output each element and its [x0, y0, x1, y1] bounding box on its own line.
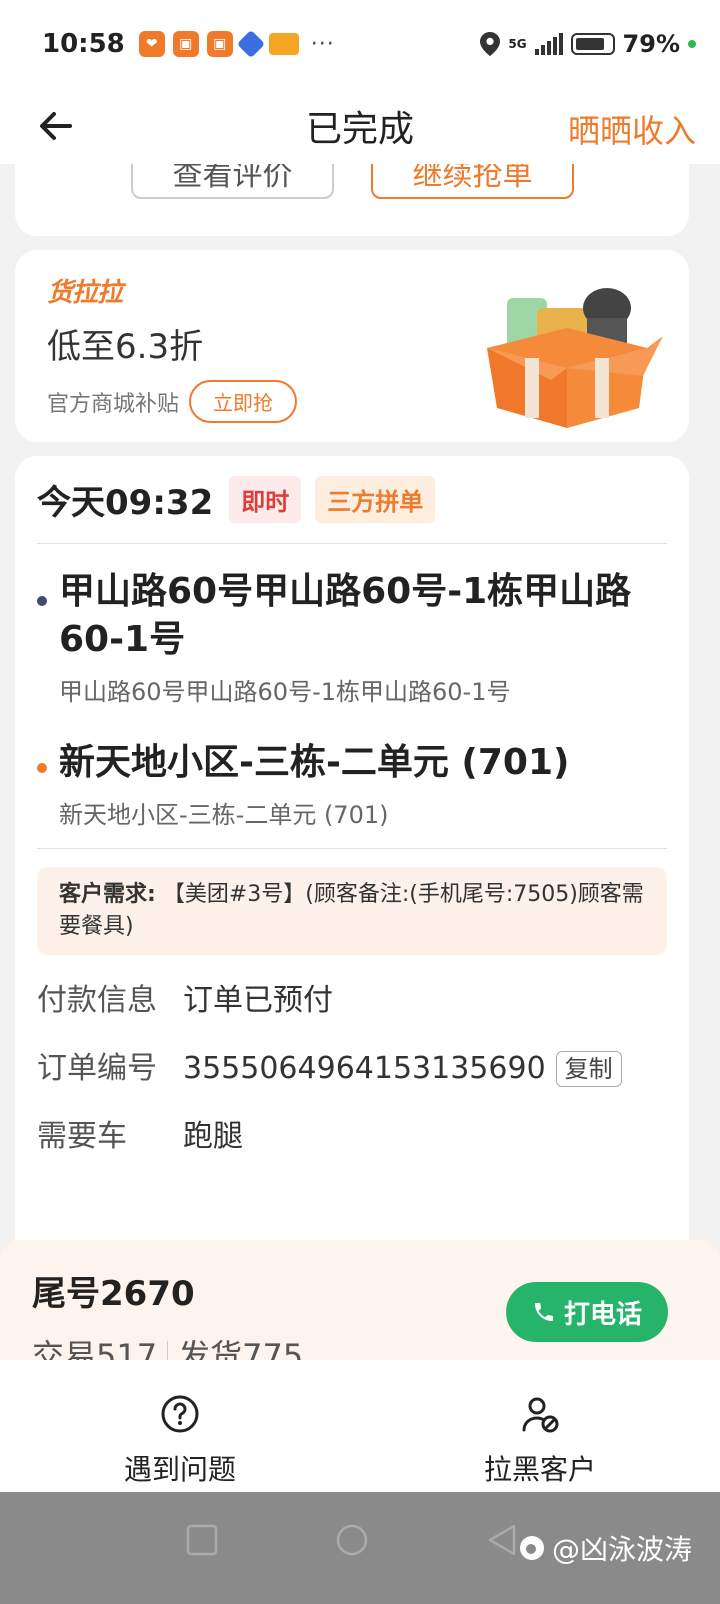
third-party-tag: 三方拼单 — [315, 476, 436, 523]
customer-contact-bar: 尾号2670 交易517 发货775 打电话 — [0, 1240, 720, 1375]
signal-icon — [534, 33, 563, 55]
status-bar: 10:58 ❤ ▣ ▣ ··· 5G 79% — [0, 0, 720, 88]
customer-demand: 客户需求: 【美团#3号】(顾客备注:(手机尾号:7505)顾客需要餐具) — [37, 867, 667, 955]
order-number-label: 订单编号 — [37, 1051, 157, 1086]
customer-demand-label: 客户需求: — [59, 882, 156, 907]
pickup-address-main: 甲山路60号甲山路60号-1栋甲山路60-1号 — [59, 571, 632, 660]
instant-tag: 即时 — [229, 476, 302, 523]
order-number-row: 订单编号 3555064964153135690 复制 — [37, 1047, 667, 1091]
order-detail-card: 今天09:32 即时 三方拼单 甲山路60号甲山路60号-1栋甲山路60-1号 … — [15, 456, 689, 1256]
pickup-address: 甲山路60号甲山路60号-1栋甲山路60-1号 甲山路60号甲山路60号-1栋甲… — [37, 544, 667, 707]
page-header: 已完成 晒晒收入 — [0, 88, 720, 164]
privacy-indicator-icon — [688, 40, 696, 48]
dropoff-address: 新天地小区-三栋-二单元 (701) 新天地小区-三栋-二单元 (701) — [37, 707, 667, 849]
vehicle-row: 需要车 跑腿 — [37, 1115, 667, 1159]
dropoff-address-main: 新天地小区-三栋-二单元 (701) — [59, 742, 570, 783]
back-arrow-icon[interactable] — [36, 106, 76, 146]
promo-subtitle: 官方商城补贴 — [47, 391, 180, 417]
page-title: 已完成 — [305, 109, 414, 150]
watermark: @凶泳波涛 — [518, 1528, 692, 1568]
promo-banner[interactable]: 货拉拉 低至6.3折 官方商城补贴 立即抢 — [15, 250, 689, 442]
battery-level: 79% — [622, 30, 680, 58]
gift-box-icon — [467, 288, 663, 428]
dropoff-dot-icon — [37, 763, 47, 773]
watermark-text: @凶泳波涛 — [551, 1533, 692, 1566]
block-customer-button[interactable]: 拉黑客户 — [360, 1360, 720, 1492]
payment-info-row: 付款信息 订单已预付 — [37, 979, 667, 1023]
block-customer-label: 拉黑客户 — [483, 1453, 596, 1486]
app-notification-icon: ▣ — [172, 31, 199, 57]
dropoff-address-sub: 新天地小区-三栋-二单元 (701) — [59, 801, 389, 829]
recents-icon[interactable] — [184, 1522, 220, 1558]
report-problem-label: 遇到问题 — [123, 1453, 236, 1486]
order-time: 今天09:32 — [37, 483, 214, 523]
weibo-icon — [519, 1536, 544, 1560]
home-icon[interactable] — [334, 1522, 370, 1558]
app-notification-icon — [236, 29, 265, 59]
status-time: 10:58 — [42, 29, 125, 59]
app-notification-icon — [268, 33, 299, 55]
back-nav-icon[interactable] — [484, 1522, 520, 1558]
vehicle-value: 跑腿 — [183, 1119, 243, 1154]
more-notifications-icon: ··· — [310, 31, 335, 57]
report-problem-button[interactable]: 遇到问题 — [0, 1360, 360, 1492]
call-button[interactable]: 打电话 — [506, 1282, 668, 1342]
system-nav-bar: @凶泳波涛 — [0, 1492, 720, 1604]
network-type: 5G — [508, 37, 527, 51]
order-number-value: 3555064964153135690 — [183, 1051, 546, 1086]
continue-grab-button[interactable]: 继续抢单 — [371, 164, 574, 199]
bottom-action-bar: 遇到问题 拉黑客户 — [0, 1360, 720, 1492]
vehicle-label: 需要车 — [37, 1119, 127, 1154]
payment-info-label: 付款信息 — [37, 983, 157, 1018]
view-review-button[interactable]: 查看评价 — [131, 164, 334, 199]
block-user-icon — [522, 1397, 559, 1433]
phone-icon — [534, 1303, 553, 1321]
order-actions-card: 查看评价 继续抢单 — [15, 164, 689, 236]
app-notification-icon: ▣ — [206, 31, 233, 57]
pickup-address-sub: 甲山路60号甲山路60号-1栋甲山路60-1号 — [59, 678, 511, 706]
copy-order-number-button[interactable]: 复制 — [555, 1051, 622, 1087]
share-income-button[interactable]: 晒晒收入 — [568, 106, 696, 152]
question-icon — [161, 1395, 199, 1433]
battery-icon — [570, 33, 615, 55]
grab-now-button[interactable]: 立即抢 — [189, 380, 298, 423]
pickup-dot-icon — [37, 596, 47, 606]
location-icon — [480, 32, 501, 56]
app-notification-icon: ❤ — [138, 31, 165, 57]
payment-info-value: 订单已预付 — [183, 983, 333, 1018]
call-button-label: 打电话 — [563, 1299, 642, 1330]
